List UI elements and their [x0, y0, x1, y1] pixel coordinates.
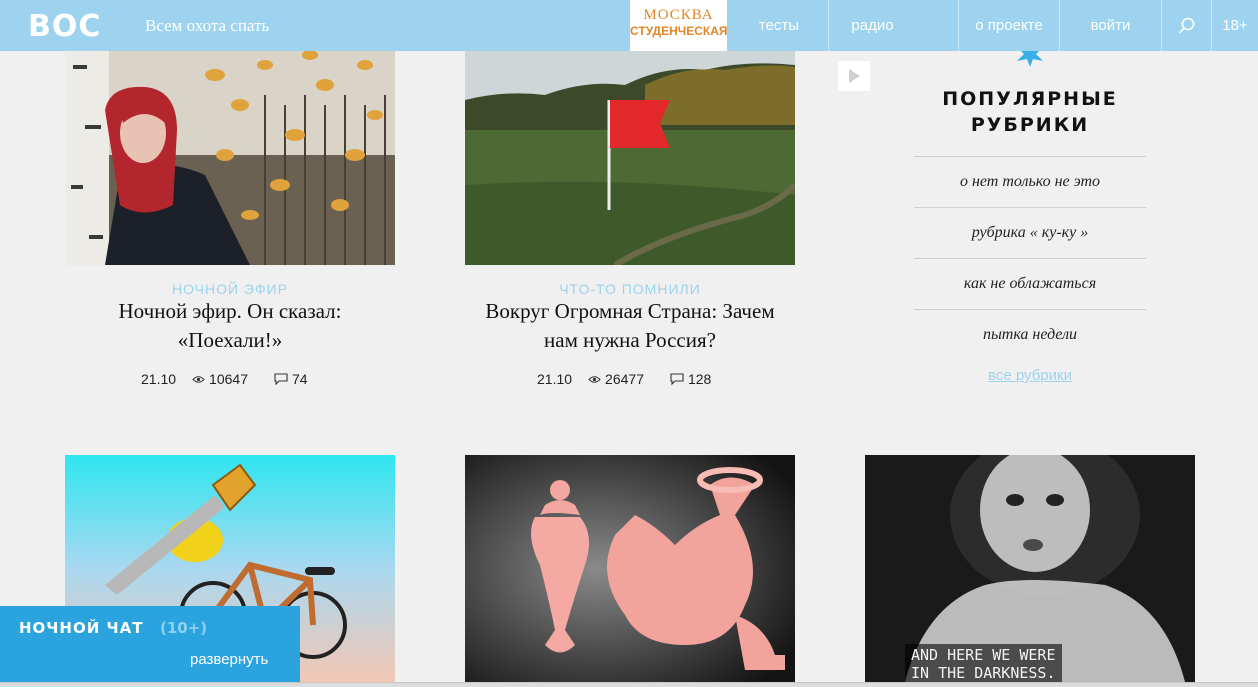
article-rubric[interactable]: НОЧНОЙ ЭФИР [65, 281, 395, 297]
article-image-pink-vases[interactable] [465, 455, 795, 682]
nav-tests[interactable]: тесты [730, 0, 828, 51]
site-header: ВОС Всем охота спать МОСКВА СТУДЕНЧЕСКАЯ… [0, 0, 1258, 51]
night-chat-widget[interactable]: НОЧНОЙ ЧАТ (10+) развернуть [0, 606, 300, 682]
nav-about[interactable]: о проекте [958, 0, 1059, 51]
article-title[interactable]: Ночной эфир. Он сказал: «Поехали!» [65, 297, 395, 355]
article-title-line: Ночной эфир. Он сказал: [118, 299, 342, 323]
comments-count[interactable]: 128 [670, 371, 711, 387]
image-caption-line: IN THE DARKNESS. [911, 664, 1056, 682]
comments-value: 128 [687, 371, 712, 387]
article-title-line: «Поехали!» [177, 328, 283, 352]
search-button[interactable] [1161, 0, 1211, 51]
comment-icon [670, 373, 684, 385]
play-button[interactable] [838, 61, 870, 91]
article-meta: 21.10 26477 128 [537, 371, 711, 387]
views-value: 26477 [605, 371, 644, 387]
rubric-link[interactable]: пытка недели [914, 309, 1146, 360]
site-logo[interactable]: ВОС [28, 12, 101, 42]
popular-rubrics-title-line: ПОПУЛЯРНЫЕ [942, 88, 1118, 110]
article-title-line: Вокруг Огромная Страна: Зачем [485, 299, 775, 323]
comment-icon [274, 373, 288, 385]
popular-rubrics-title: ПОПУЛЯРНЫЕ РУБРИКИ [914, 86, 1146, 138]
nav-radio[interactable]: радио [828, 0, 916, 51]
rubric-link[interactable]: о нет только не это [914, 156, 1146, 207]
horizontal-scrollbar[interactable] [0, 682, 1258, 687]
search-icon [1178, 17, 1194, 34]
article-date: 21.10 [537, 371, 573, 387]
article-image-huge-country[interactable] [465, 35, 795, 265]
play-icon [849, 69, 860, 83]
image-caption: AND HERE WE WERE IN THE DARKNESS. [905, 644, 1062, 684]
rubric-link[interactable]: как не облажаться [914, 258, 1146, 309]
views-count: 10647 [192, 371, 248, 387]
radio-logo-line2: СТУДЕНЧЕСКАЯ [630, 24, 728, 38]
nav-login[interactable]: войти [1059, 0, 1161, 51]
radio-logo[interactable]: МОСКВА СТУДЕНЧЕСКАЯ [630, 0, 728, 51]
article-meta: 21.10 10647 74 [141, 371, 308, 387]
eye-icon [192, 375, 205, 383]
radio-logo-line1: МОСКВА [643, 7, 714, 23]
chat-title: НОЧНОЙ ЧАТ [19, 619, 144, 637]
rubric-link[interactable]: рубрика « ку-ку » [914, 207, 1146, 258]
image-caption-line: AND HERE WE WERE [911, 646, 1056, 664]
chat-expand-button[interactable]: развернуть [190, 651, 268, 668]
article-title[interactable]: Вокруг Огромная Страна: Зачем нам нужна … [455, 297, 805, 355]
comments-value: 74 [291, 371, 308, 387]
article-image-night-broadcast[interactable] [65, 35, 395, 265]
views-value: 10647 [209, 371, 248, 387]
popular-rubrics-list: о нет только не это рубрика « ку-ку » ка… [914, 156, 1146, 360]
chat-count-badge: (10+) [160, 619, 208, 637]
site-tagline: Всем охота спать [145, 16, 270, 35]
views-count: 26477 [588, 371, 644, 387]
article-rubric[interactable]: ЧТО-ТО ПОМНИЛИ [465, 281, 795, 297]
all-rubrics-link[interactable]: все рубрики [914, 367, 1146, 384]
article-date: 21.10 [141, 371, 177, 387]
popular-rubrics-title-line: РУБРИКИ [970, 114, 1090, 136]
age-rating-badge: 18+ [1211, 0, 1258, 51]
article-title-line: нам нужна Россия? [544, 328, 716, 352]
comments-count[interactable]: 74 [274, 371, 308, 387]
eye-icon [588, 375, 601, 383]
